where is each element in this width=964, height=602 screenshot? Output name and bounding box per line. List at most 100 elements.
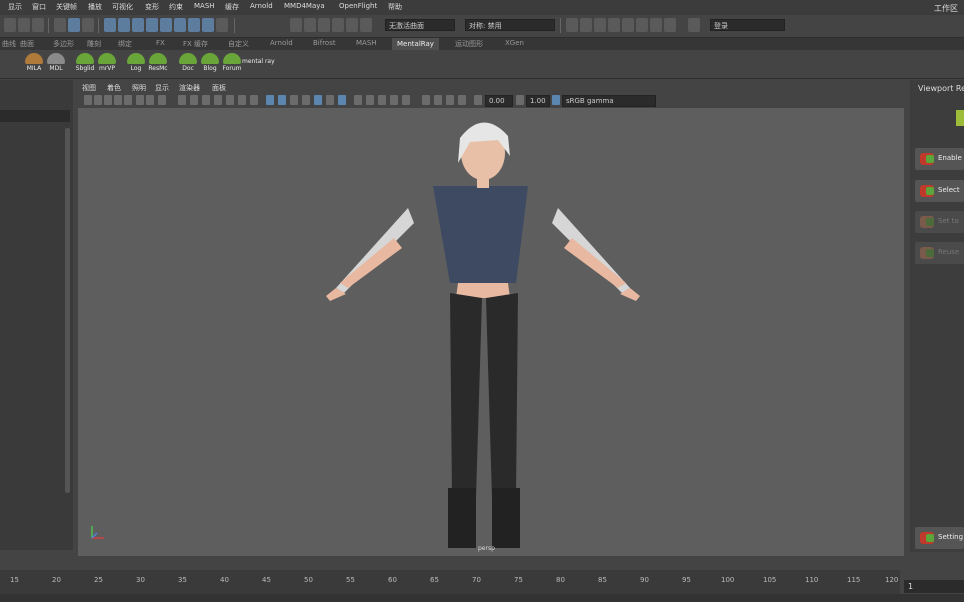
isolate-select-icon[interactable] (366, 95, 374, 105)
shelf-tab-fx-caching[interactable]: FX 缓存 (183, 39, 208, 49)
gamma-field[interactable]: 1.00 (526, 95, 550, 107)
select-object-icon[interactable] (68, 18, 80, 32)
exposure-icon[interactable] (434, 95, 442, 105)
hud-icon[interactable] (446, 95, 454, 105)
xray-icon[interactable] (378, 95, 386, 105)
settings-icon[interactable] (688, 18, 700, 32)
settings-button[interactable]: Setting (915, 527, 964, 549)
enable-button[interactable]: Enable (915, 148, 964, 170)
gate-mask-icon[interactable] (190, 95, 198, 105)
image-icon[interactable] (458, 95, 466, 105)
menu-constrain[interactable]: 约束 (169, 2, 183, 12)
select-by-dynamic-icon[interactable] (174, 18, 186, 32)
image-plane-icon[interactable] (114, 95, 122, 105)
camera-lock-icon[interactable] (94, 95, 102, 105)
snap-point-icon[interactable] (318, 18, 330, 32)
vp-menu-show[interactable]: 显示 (155, 83, 169, 93)
current-frame-field[interactable]: 1 (904, 580, 964, 593)
select-by-misc-icon[interactable] (202, 18, 214, 32)
shelf-tab-sculpting[interactable]: 雕刻 (87, 39, 101, 49)
render-frame-icon[interactable] (566, 18, 578, 32)
select-component-icon[interactable] (82, 18, 94, 32)
shelf-button-resmc[interactable]: ResMc (148, 53, 168, 76)
pause-icon[interactable] (664, 18, 676, 32)
shelf-button-mrvp[interactable]: mrVP (97, 53, 117, 76)
shelf-button-forum[interactable]: Forum (222, 53, 242, 76)
time-slider[interactable]: 15 20 25 30 35 40 45 50 55 60 65 70 75 8… (0, 570, 900, 594)
shelf-tab-surfaces[interactable]: 曲面 (20, 39, 34, 49)
camera-icon[interactable] (650, 18, 662, 32)
mentalray-logo[interactable]: mental ray (242, 58, 282, 65)
resolution-gate-icon[interactable] (178, 95, 186, 105)
snap-curve-icon[interactable] (304, 18, 316, 32)
select-by-render-icon[interactable] (188, 18, 200, 32)
workspace-label[interactable]: 工作区 (934, 3, 958, 14)
select-by-lock-icon[interactable] (216, 18, 228, 32)
safe-title-icon[interactable] (226, 95, 234, 105)
vp-menu-view[interactable]: 视图 (82, 83, 96, 93)
viewport-3d[interactable]: persp (78, 108, 904, 556)
select-hierarchy-icon[interactable] (54, 18, 66, 32)
set-to-button[interactable]: Set to (915, 211, 964, 233)
user-login-dropdown[interactable]: 登录 (710, 19, 785, 31)
vp-menu-shading[interactable]: 着色 (107, 83, 121, 93)
vp-menu-panels[interactable]: 面板 (212, 83, 226, 93)
exposure-field[interactable]: 0.00 (485, 95, 513, 107)
color-management-icon[interactable] (552, 95, 560, 105)
bookmark-icon[interactable] (104, 95, 112, 105)
shelf-button-mila[interactable]: MILA (24, 53, 44, 76)
select-by-curve-icon[interactable] (132, 18, 144, 32)
menu-key[interactable]: 关键帧 (56, 2, 77, 12)
shelf-tab-polygons[interactable]: 多边形 (53, 39, 74, 49)
redo-icon[interactable] (32, 18, 44, 32)
xray-active-icon[interactable] (402, 95, 410, 105)
menu-mmd4maya[interactable]: MMD4Maya (284, 2, 325, 10)
lights-icon[interactable] (290, 95, 298, 105)
make-live-icon[interactable] (360, 18, 372, 32)
menu-cache[interactable]: 缓存 (225, 2, 239, 12)
shelf-tab-mentalray[interactable]: MentalRay (392, 38, 439, 50)
shelf-tab-mash[interactable]: MASH (356, 39, 377, 47)
safe-action-icon[interactable] (214, 95, 222, 105)
gamma-icon[interactable] (516, 95, 524, 105)
snap-surface-icon[interactable] (346, 18, 358, 32)
camera-select-icon[interactable] (84, 95, 92, 105)
undo-icon[interactable] (18, 18, 30, 32)
shelf-tab-rigging[interactable]: 绑定 (118, 39, 132, 49)
select-by-handle-icon[interactable] (104, 18, 116, 32)
motion-blur-icon[interactable] (326, 95, 334, 105)
shelf-tab-arnold[interactable]: Arnold (270, 39, 293, 47)
wireframe-icon[interactable] (238, 95, 246, 105)
snap-grid-icon[interactable] (290, 18, 302, 32)
shadows-icon[interactable] (302, 95, 310, 105)
two-d-pan-icon[interactable] (124, 95, 132, 105)
shelf-tab-bifrost[interactable]: Bifrost (313, 39, 336, 47)
outliner-scrollbar[interactable] (65, 128, 70, 493)
shelf-button-mdl[interactable]: MDL (46, 53, 66, 76)
shelf-tab-fx[interactable]: FX (156, 39, 165, 47)
shelf-tab-curves[interactable]: 曲线 (2, 39, 16, 49)
select-button[interactable]: Select (915, 180, 964, 202)
menu-arnold[interactable]: Arnold (250, 2, 273, 10)
depth-of-field-icon[interactable] (354, 95, 362, 105)
shelf-button-sbglid[interactable]: Sbglid (75, 53, 95, 76)
vp-menu-renderer[interactable]: 渲染器 (179, 83, 200, 93)
exposure-dial-icon[interactable] (474, 95, 482, 105)
color-space-dropdown[interactable]: sRGB gamma (562, 95, 656, 107)
shelf-tab-custom[interactable]: 自定义 (228, 39, 249, 49)
select-by-surface-icon[interactable] (146, 18, 158, 32)
lock-icon[interactable] (4, 18, 16, 32)
menu-window[interactable]: 窗口 (32, 2, 46, 12)
ambient-occlusion-icon[interactable] (314, 95, 322, 105)
menu-openflight[interactable]: OpenFlight (339, 2, 377, 10)
field-chart-icon[interactable] (202, 95, 210, 105)
render-settings-icon[interactable] (608, 18, 620, 32)
shelf-button-doc[interactable]: Doc (178, 53, 198, 76)
select-by-joint-icon[interactable] (118, 18, 130, 32)
record-icon[interactable] (636, 18, 648, 32)
reuse-button[interactable]: Reuse (915, 242, 964, 264)
menu-deform[interactable]: 变形 (145, 2, 159, 12)
select-by-deform-icon[interactable] (160, 18, 172, 32)
textured-icon[interactable] (278, 95, 286, 105)
grid-icon[interactable] (146, 95, 154, 105)
